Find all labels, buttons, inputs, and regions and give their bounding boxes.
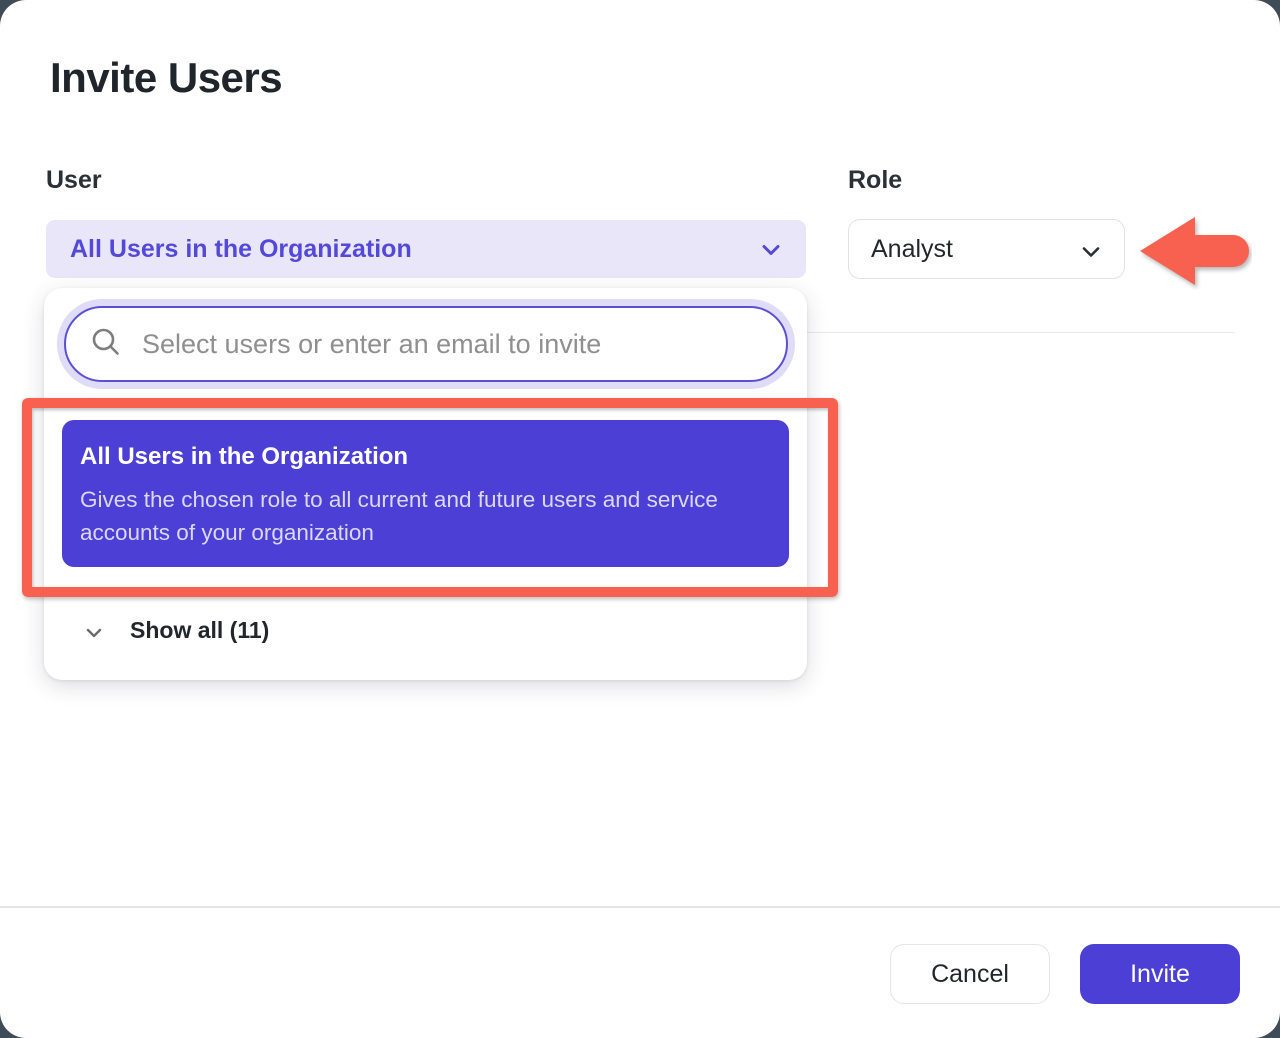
role-select-trigger[interactable]: Analyst: [848, 219, 1125, 279]
chevron-down-icon: [84, 619, 104, 643]
chevron-down-icon: [760, 239, 782, 266]
user-select-trigger[interactable]: All Users in the Organization: [46, 220, 806, 278]
section-divider: [806, 332, 1235, 333]
option-description: Gives the chosen role to all current and…: [80, 483, 749, 549]
footer-divider: [0, 906, 1280, 908]
invite-button[interactable]: Invite: [1080, 944, 1240, 1004]
option-title: All Users in the Organization: [80, 443, 749, 471]
user-search-input[interactable]: [142, 329, 762, 360]
role-field-label: Role: [848, 166, 902, 195]
left-arrow-annotation-icon: [1138, 212, 1252, 290]
user-field-label: User: [46, 166, 102, 195]
cancel-button[interactable]: Cancel: [890, 944, 1050, 1004]
user-search-box: [64, 306, 788, 382]
option-all-users-in-organization[interactable]: All Users in the Organization Gives the …: [62, 420, 789, 567]
page-title: Invite Users: [50, 54, 282, 102]
chevron-down-icon: [1080, 241, 1102, 268]
search-icon: [90, 326, 122, 363]
user-select-value: All Users in the Organization: [70, 235, 412, 264]
show-all-label: Show all (11): [130, 617, 269, 644]
show-all-toggle[interactable]: Show all (11): [84, 617, 269, 644]
invite-users-modal: Invite Users User Role All Users in the …: [0, 0, 1280, 1038]
role-select-value: Analyst: [871, 235, 953, 264]
